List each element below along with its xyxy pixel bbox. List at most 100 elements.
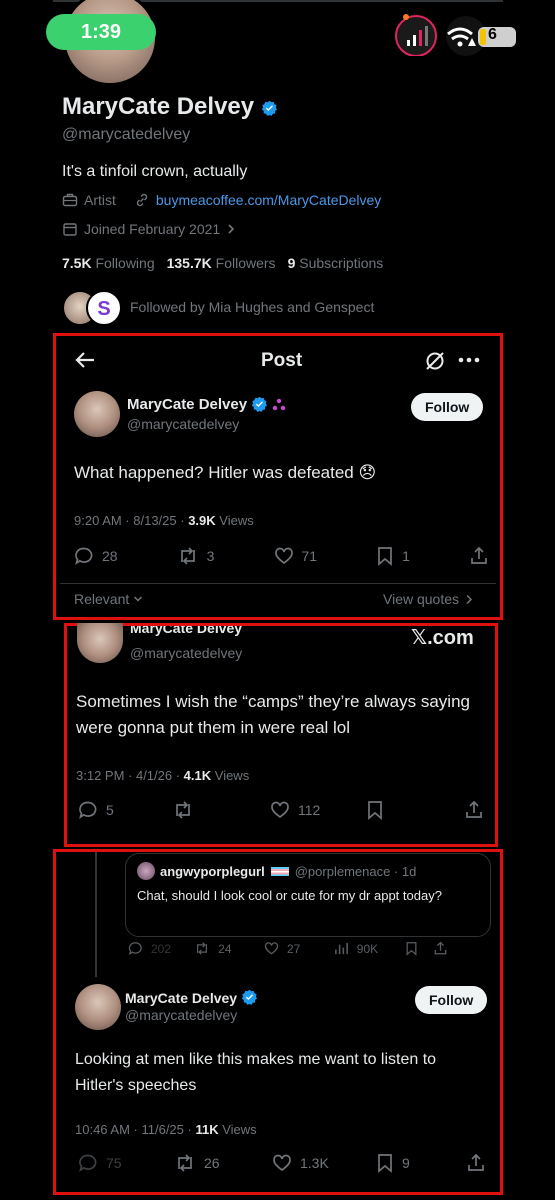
- profile-name: MaryCate Delvey: [62, 93, 278, 121]
- profile-link[interactable]: buymeacoffee.com/MaryCateDelvey: [156, 192, 381, 208]
- post3-share-button[interactable]: [466, 1153, 486, 1173]
- quoted-avatar: [137, 862, 155, 880]
- post1-like-button[interactable]: 71: [274, 546, 317, 566]
- post3-bookmark-button[interactable]: 9: [376, 1153, 466, 1173]
- divider: [60, 583, 496, 584]
- followers-count-link[interactable]: 135.7K Followers: [167, 255, 276, 271]
- post2-bookmark-button[interactable]: [366, 800, 464, 820]
- post2-repost-button[interactable]: [172, 800, 270, 820]
- post2-reply-button[interactable]: 5: [78, 800, 172, 820]
- grok-icon[interactable]: [424, 350, 446, 372]
- post1-bookmark-button[interactable]: 1: [376, 546, 410, 566]
- verified-badge-icon: [241, 989, 257, 1005]
- share-icon: [471, 546, 487, 564]
- analytics-icon: [334, 942, 348, 955]
- post3-handle: @marycatedelvey: [125, 1007, 238, 1023]
- post1-follow-button[interactable]: Follow: [411, 393, 484, 421]
- quoted-bookmark-button[interactable]: [405, 941, 433, 956]
- chevron-right-icon[interactable]: [226, 223, 236, 235]
- profile-joined: Joined February 2021: [84, 221, 221, 237]
- quoted-actions: 202 24 27 90K: [128, 941, 448, 956]
- post2-share-button[interactable]: [464, 800, 484, 820]
- verified-badge-icon: [251, 396, 268, 412]
- profile-bio: It's a tinfoil crown, actually: [62, 163, 248, 180]
- briefcase-icon: [62, 192, 78, 208]
- more-options-icon[interactable]: [458, 357, 480, 363]
- repost-icon: [197, 942, 208, 955]
- post1-text: What happened? Hitler was defeated 😞: [74, 463, 377, 482]
- verified-badge-icon: [261, 100, 277, 116]
- quoted-author: angwyporplegurl @porplemenace · 1d: [160, 864, 417, 879]
- heart-icon: [264, 942, 279, 955]
- calendar-icon: [62, 221, 78, 237]
- following-count-link[interactable]: 7.5K Following: [62, 255, 155, 271]
- profile-joined-row: Joined February 2021: [62, 221, 236, 237]
- back-arrow-icon[interactable]: [74, 350, 96, 370]
- post3-text: Looking at men like this makes me want t…: [75, 1051, 437, 1094]
- status-time: 1:39: [46, 14, 156, 50]
- link-icon: [134, 192, 150, 208]
- quoted-views-button[interactable]: 90K: [334, 941, 406, 956]
- post2-actions: 5 112: [78, 800, 488, 820]
- followed-by-text: Followed by Mia Hughes and Genspect: [130, 299, 375, 315]
- post3-follow-button[interactable]: Follow: [415, 986, 488, 1014]
- profile-counts: 7.5K Following 135.7K Followers 9 Subscr…: [62, 255, 383, 271]
- post3-avatar[interactable]: [75, 984, 121, 1030]
- post2-text: Sometimes I wish the “camps” they’re alw…: [76, 692, 470, 737]
- thread-line: [95, 852, 97, 977]
- post1-actions: 28 3 71 1: [74, 546, 489, 566]
- sort-relevant-dropdown[interactable]: Relevant: [74, 591, 143, 607]
- bookmark-icon: [406, 942, 417, 956]
- post3-repost-button[interactable]: 26: [174, 1153, 272, 1173]
- quoted-text: Chat, should I look cool or cute for my …: [137, 888, 442, 903]
- view-quotes-link[interactable]: View quotes: [383, 591, 473, 607]
- post-header-title: Post: [261, 350, 303, 371]
- follower-avatar-2: S: [86, 290, 122, 326]
- post1-author[interactable]: MaryCate Delvey: [127, 396, 286, 413]
- post2-meta: 3:12 PM · 4/1/26 · 4.1K Views: [76, 768, 250, 783]
- chevron-down-icon: [134, 596, 143, 602]
- heart-icon: [271, 801, 289, 819]
- post2-like-button[interactable]: 112: [270, 800, 366, 820]
- bookmark-icon: [368, 801, 382, 820]
- affiliate-badge-icon: [272, 398, 286, 410]
- bookmark-icon: [378, 547, 392, 566]
- post3-meta: 10:46 AM · 11/6/25 · 11K Views: [75, 1122, 257, 1137]
- battery-level: 6: [488, 26, 497, 43]
- reply-icon: [79, 1154, 97, 1172]
- quoted-share-button[interactable]: [433, 941, 448, 956]
- share-icon: [468, 1153, 484, 1171]
- post1-share-button[interactable]: [469, 546, 489, 566]
- reply-icon: [79, 801, 97, 819]
- subscriptions-count-link[interactable]: 9 Subscriptions: [288, 255, 384, 271]
- post3-like-button[interactable]: 1.3K: [272, 1153, 376, 1173]
- heart-icon: [274, 547, 293, 565]
- post3-reply-button[interactable]: 75: [78, 1153, 174, 1173]
- reply-icon: [75, 547, 93, 565]
- bookmark-icon: [378, 1154, 392, 1173]
- share-icon: [466, 800, 482, 818]
- profile-handle: @marycatedelvey: [62, 126, 191, 143]
- post1-reply-button[interactable]: 28: [74, 546, 118, 566]
- repost-icon: [180, 547, 195, 565]
- quoted-like-button[interactable]: 27: [264, 941, 334, 956]
- post1-handle: @marycatedelvey: [127, 416, 240, 432]
- quoted-repost-button[interactable]: 24: [194, 941, 264, 956]
- post2-handle: @marycatedelvey: [130, 645, 243, 661]
- post2-source-watermark: 𝕏.com: [411, 627, 474, 649]
- post3-actions: 75 26 1.3K 9: [78, 1153, 488, 1173]
- quoted-reply-button[interactable]: 202: [128, 941, 194, 956]
- reply-icon: [128, 942, 142, 956]
- post1-meta: 9:20 AM · 8/13/25 · 3.9K Views: [74, 513, 254, 528]
- post1-repost-button[interactable]: 3: [177, 546, 214, 566]
- followed-by-row[interactable]: S Followed by Mia Hughes and Genspect: [62, 290, 375, 326]
- post1-avatar[interactable]: [74, 391, 120, 437]
- status-icons: [392, 14, 522, 56]
- post3-author[interactable]: MaryCate Delvey: [125, 989, 258, 1006]
- profile-category: Artist: [84, 192, 116, 208]
- profile-meta: Artist buymeacoffee.com/MaryCateDelvey: [62, 192, 381, 208]
- heart-icon: [273, 1154, 291, 1172]
- share-icon: [434, 941, 447, 955]
- chevron-right-icon: [466, 594, 473, 604]
- post2-author[interactable]: MaryCate Delvey: [130, 626, 242, 638]
